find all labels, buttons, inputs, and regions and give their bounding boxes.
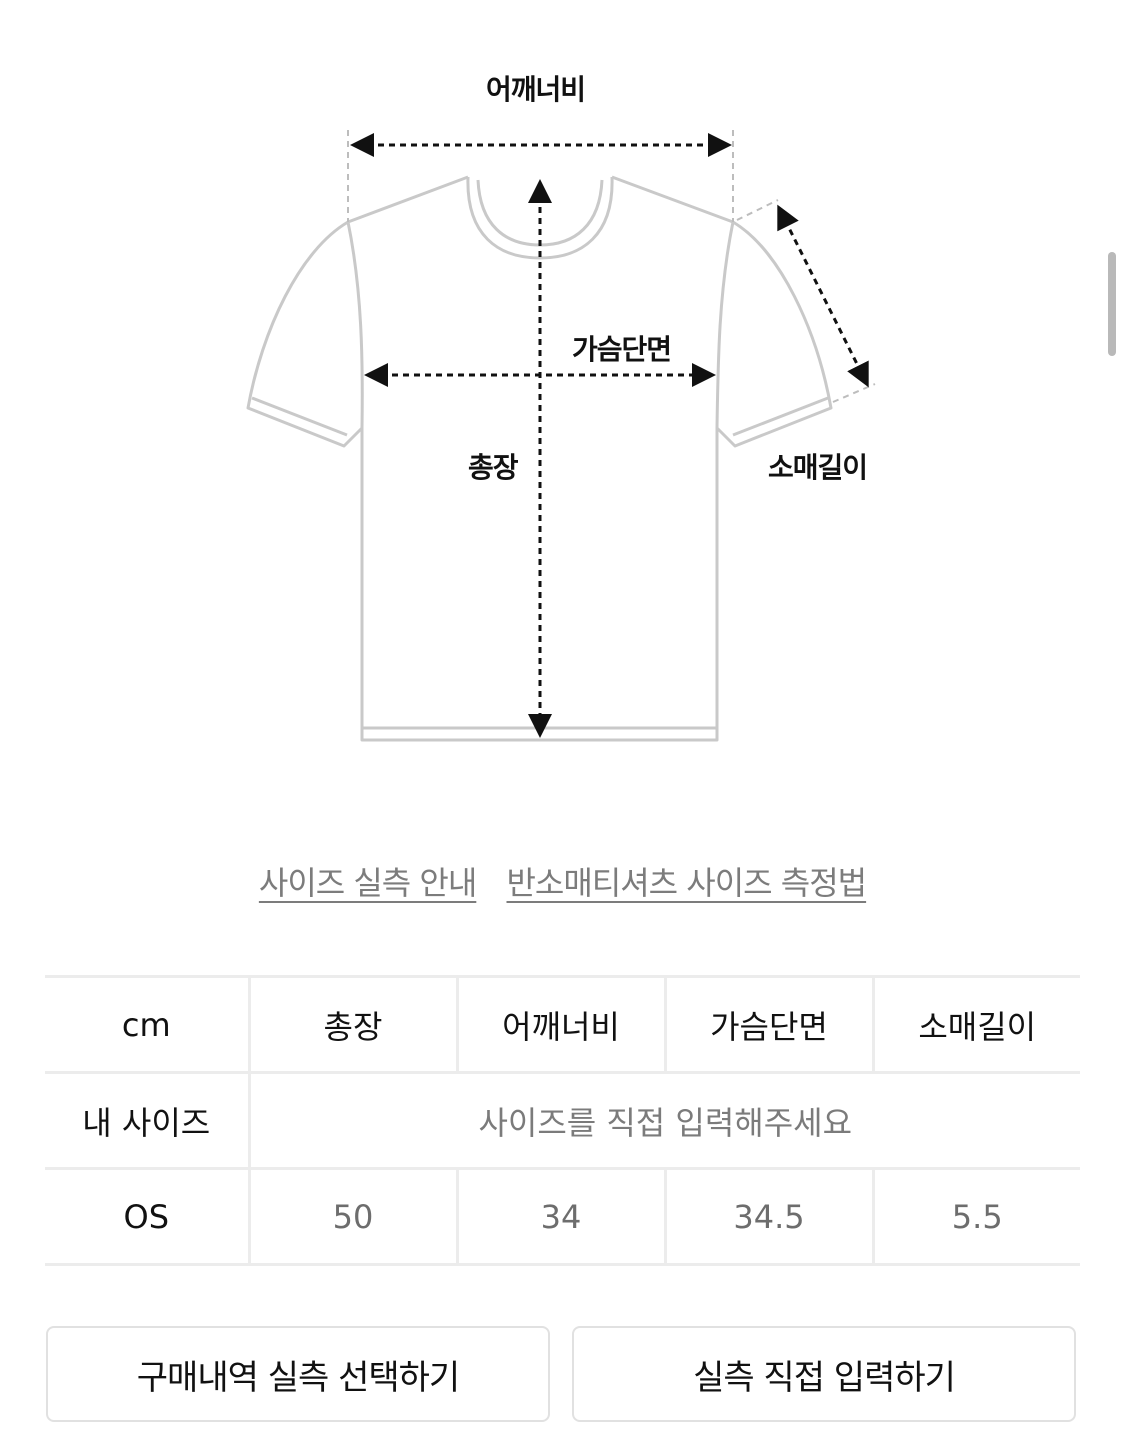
size-diagram: 어깨너비 가슴단면 총장 소매길이 [0, 0, 1125, 800]
size-table: cm 총장 어깨너비 가슴단면 소매길이 내 사이즈 사이즈를 직접 입력해주세… [45, 975, 1080, 1266]
size-guide-link[interactable]: 사이즈 실측 안내 [259, 864, 477, 902]
size-name: OS [45, 1167, 251, 1266]
my-size-row: 내 사이즈 사이즈를 직접 입력해주세요 [45, 1071, 1080, 1170]
tshirt-diagram [246, 130, 876, 742]
purchase-history-measure-button[interactable]: 구매내역 실측 선택하기 [46, 1326, 550, 1422]
scrollbar[interactable] [1108, 252, 1116, 356]
header-sleeve: 소매길이 [871, 975, 1080, 1074]
header-shoulder: 어깨너비 [455, 975, 667, 1074]
value-shoulder: 34 [455, 1167, 667, 1266]
header-length: 총장 [247, 975, 459, 1074]
sleeve-label: 소매길이 [768, 451, 868, 484]
unit-header: cm [45, 975, 251, 1074]
measure-method-link[interactable]: 반소매티셔츠 사이즈 측정법 [506, 864, 867, 902]
tshirt-outline [246, 175, 833, 742]
my-size-label: 내 사이즈 [45, 1071, 251, 1170]
table-row: OS 50 34 34.5 5.5 [45, 1167, 1080, 1266]
manual-measure-button[interactable]: 실측 직접 입력하기 [572, 1326, 1076, 1422]
my-size-input-prompt[interactable]: 사이즈를 직접 입력해주세요 [247, 1071, 1080, 1170]
value-length: 50 [247, 1167, 459, 1266]
table-header-row: cm 총장 어깨너비 가슴단면 소매길이 [45, 975, 1080, 1074]
length-label: 총장 [468, 451, 519, 484]
chest-label: 가슴단면 [572, 333, 672, 366]
size-guide-links: 사이즈 실측 안내 반소매티셔츠 사이즈 측정법 [0, 858, 1125, 904]
header-chest: 가슴단면 [663, 975, 875, 1074]
value-sleeve: 5.5 [871, 1167, 1080, 1266]
value-chest: 34.5 [663, 1167, 875, 1266]
shoulder-label: 어깨너비 [486, 73, 586, 106]
